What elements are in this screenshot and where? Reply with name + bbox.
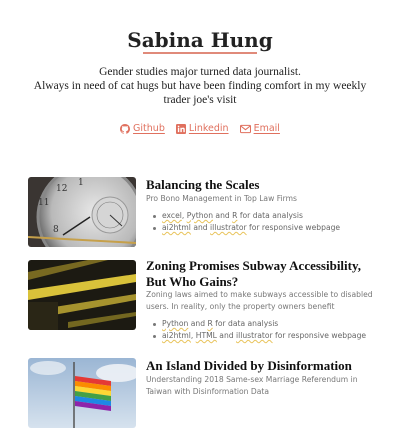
svg-text:8: 8 bbox=[53, 225, 59, 235]
tool-tag: Python bbox=[186, 211, 214, 220]
tool-tag: excel bbox=[162, 211, 182, 220]
github-link[interactable]: Github bbox=[120, 123, 165, 134]
profile-name: Sabina Hung bbox=[127, 28, 273, 52]
project-tools-list: excel, Python and R for data analysis ai… bbox=[152, 210, 382, 234]
project-thumbnail-flag[interactable] bbox=[28, 358, 136, 428]
tools-connector: and bbox=[213, 211, 233, 220]
tools-suffix: for responsive webpage bbox=[272, 331, 367, 340]
tools-connector: and bbox=[190, 223, 211, 232]
project-tools-list: Python and R for data analysis ai2html, … bbox=[152, 318, 382, 342]
project-thumbnail-stopwatch[interactable]: 11 12 1 8 bbox=[28, 177, 136, 247]
github-label: Github bbox=[133, 123, 165, 134]
svg-text:11: 11 bbox=[38, 198, 49, 208]
tool-tag: illustrator bbox=[236, 331, 273, 340]
project-title[interactable]: An Island Divided by Disinformation bbox=[146, 358, 376, 374]
project-title[interactable]: Zoning Promises Subway Accessibility, Bu… bbox=[146, 258, 376, 289]
linkedin-link[interactable]: Linkedin bbox=[175, 123, 229, 134]
tools-suffix: for responsive webpage bbox=[246, 223, 341, 232]
tools-bullet: ai2html and illustrator for responsive w… bbox=[152, 222, 382, 234]
tools-bullet: ai2html, HTML and illustrator for respon… bbox=[152, 330, 382, 342]
tools-connector: and bbox=[188, 319, 208, 328]
tools-connector: and bbox=[216, 331, 236, 340]
tool-tag: illustrator bbox=[210, 223, 247, 232]
tool-tag: ai2html bbox=[162, 331, 191, 340]
tool-tag: ai2html bbox=[162, 223, 191, 232]
bio-line: Gender studies major turned data journal… bbox=[99, 66, 301, 78]
project-subtitle: Understanding 2018 Same-sex Marriage Ref… bbox=[146, 375, 358, 396]
project-thumbnail-subway[interactable] bbox=[28, 260, 136, 330]
project-title[interactable]: Balancing the Scales bbox=[146, 177, 376, 193]
tools-suffix: for data analysis bbox=[212, 319, 279, 328]
linkedin-icon bbox=[175, 123, 186, 134]
email-label: Email bbox=[253, 123, 280, 134]
tools-bullet: Python and R for data analysis bbox=[152, 318, 382, 330]
name-underline bbox=[143, 52, 257, 54]
profile-bio: Gender studies major turned data journal… bbox=[20, 65, 380, 107]
tool-tag: Python bbox=[162, 319, 189, 328]
project-subtitle: Pro Bono Management in Top Law Firms bbox=[146, 194, 297, 203]
tools-bullet: excel, Python and R for data analysis bbox=[152, 210, 382, 222]
github-icon bbox=[120, 123, 131, 134]
tools-suffix: for data analysis bbox=[237, 211, 303, 220]
email-link[interactable]: Email bbox=[239, 123, 280, 134]
rainbow-flag-image bbox=[28, 358, 136, 428]
project-subtitle: Zoning laws aimed to make subways access… bbox=[146, 290, 373, 311]
svg-text:12: 12 bbox=[56, 184, 67, 194]
bio-line: trader joe's visit bbox=[163, 94, 237, 106]
svg-text:1: 1 bbox=[78, 178, 84, 188]
linkedin-label: Linkedin bbox=[188, 123, 229, 134]
email-icon bbox=[239, 124, 251, 133]
subway-image bbox=[28, 260, 136, 330]
bio-line: Always in need of cat hugs but have been… bbox=[33, 80, 367, 92]
stopwatch-image: 11 12 1 8 bbox=[28, 177, 136, 247]
tool-tag: HTML bbox=[195, 331, 217, 340]
social-links: Github Linkedin Email bbox=[0, 123, 400, 137]
